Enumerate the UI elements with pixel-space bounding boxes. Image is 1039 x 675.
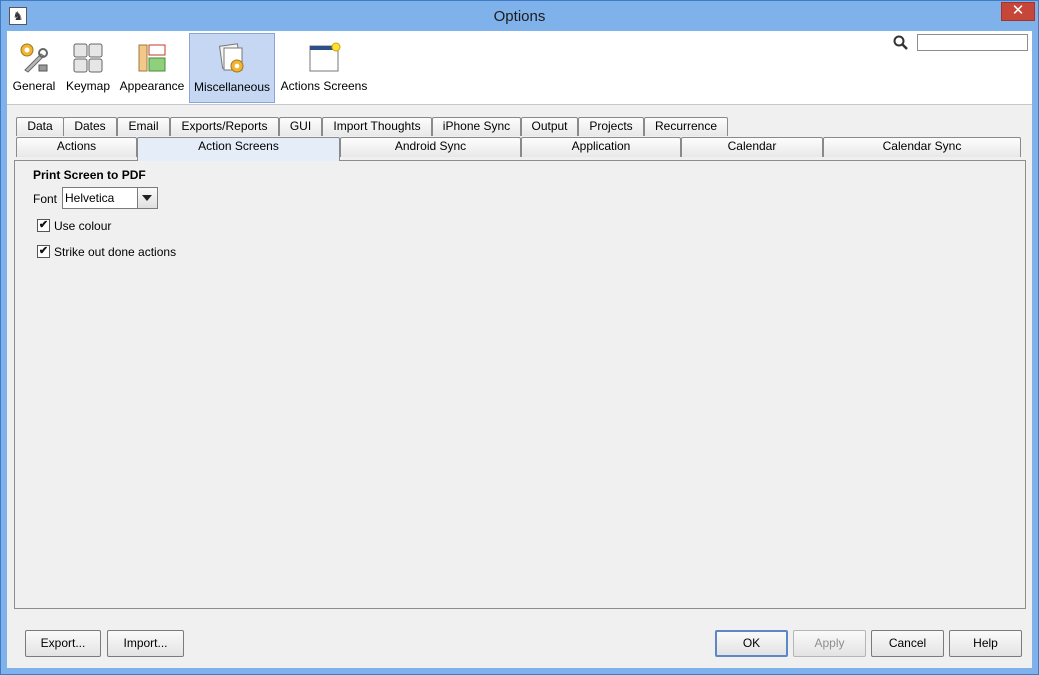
options-window: ♞ Options ✕ General Keymap Appearance Mi…	[0, 0, 1039, 675]
ok-button[interactable]: OK	[715, 630, 788, 657]
tab-projects[interactable]: Projects	[578, 117, 644, 136]
category-label: General	[12, 79, 56, 93]
checkmark-icon[interactable]: ✔	[37, 245, 50, 258]
chevron-down-icon[interactable]	[137, 188, 157, 208]
client-area: General Keymap Appearance Miscellaneous …	[7, 31, 1032, 668]
category-keymap[interactable]: Keymap	[62, 33, 114, 103]
tab-calendar[interactable]: Calendar	[681, 137, 823, 157]
category-miscellaneous[interactable]: Miscellaneous	[189, 33, 275, 103]
window-icon	[309, 42, 341, 72]
export-button[interactable]: Export...	[25, 630, 101, 657]
tab-import-thoughts[interactable]: Import Thoughts	[322, 117, 432, 136]
cancel-button[interactable]: Cancel	[871, 630, 944, 657]
close-button[interactable]: ✕	[1001, 2, 1035, 21]
tab-actions[interactable]: Actions	[16, 137, 137, 157]
tab-gui[interactable]: GUI	[279, 117, 322, 136]
tab-recurrence[interactable]: Recurrence	[644, 117, 728, 136]
category-toolbar: General Keymap Appearance Miscellaneous …	[7, 31, 1032, 105]
tab-iphone-sync[interactable]: iPhone Sync	[432, 117, 521, 136]
category-general[interactable]: General	[8, 33, 60, 103]
apply-button[interactable]: Apply	[793, 630, 866, 657]
tab-data[interactable]: Data	[16, 117, 64, 136]
window-title: Options	[493, 8, 546, 25]
checkmark-icon[interactable]: ✔	[37, 219, 50, 232]
font-dropdown[interactable]: Helvetica	[62, 187, 158, 209]
papers-gear-icon	[218, 43, 244, 73]
category-actions-screens[interactable]: Actions Screens	[276, 33, 372, 103]
category-label: Keymap	[65, 79, 111, 93]
import-button[interactable]: Import...	[107, 630, 184, 657]
font-dropdown-value: Helvetica	[65, 191, 115, 205]
tab-exports-reports[interactable]: Exports/Reports	[170, 117, 279, 136]
category-label: Miscellaneous	[193, 80, 271, 94]
tab-dates[interactable]: Dates	[63, 117, 117, 136]
close-icon: ✕	[1011, 2, 1025, 19]
tab-calendar-sync[interactable]: Calendar Sync	[823, 137, 1021, 157]
font-label: Font	[33, 192, 58, 206]
wrench-gear-icon	[20, 43, 48, 73]
search-input[interactable]	[917, 34, 1028, 51]
tab-action-screens[interactable]: Action Screens	[137, 137, 340, 161]
keyboard-keys-icon	[73, 43, 103, 73]
layout-icon	[138, 44, 166, 72]
action-screens-panel: Print Screen to PDF Font Helvetica ✔ Use…	[14, 160, 1026, 609]
section-title: Print Screen to PDF	[33, 168, 146, 182]
tab-android-sync[interactable]: Android Sync	[340, 137, 521, 157]
category-appearance[interactable]: Appearance	[115, 33, 189, 103]
search-icon	[893, 35, 908, 50]
use-colour-label: Use colour	[54, 219, 112, 233]
tab-output[interactable]: Output	[521, 117, 578, 136]
tab-application[interactable]: Application	[521, 137, 681, 157]
help-button[interactable]: Help	[949, 630, 1022, 657]
tab-email[interactable]: Email	[117, 117, 170, 136]
category-label: Actions Screens	[280, 79, 368, 93]
category-label: Appearance	[119, 79, 185, 93]
title-bar[interactable]: ♞ Options ✕	[1, 1, 1038, 31]
strike-out-label: Strike out done actions	[54, 245, 177, 259]
